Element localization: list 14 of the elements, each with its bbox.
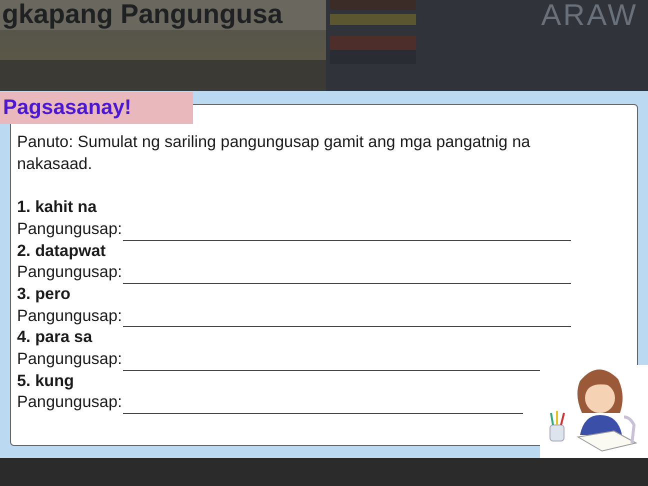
instructions-text: Panuto: Sumulat ng sariling pangungusap gamit ang mga pangatnig na nakasaad. — [17, 132, 532, 175]
answer-label: Pangungusap: — [17, 262, 122, 284]
exercise-title: Pagsasanay! — [0, 92, 193, 124]
item-heading: 3. pero — [17, 284, 72, 305]
answer-label: Pangungusap: — [17, 349, 122, 370]
slide-heading: ARAW — [541, 0, 639, 32]
item-heading: 5. kung — [17, 370, 75, 392]
answer-label: Pangungusap: — [17, 218, 122, 240]
item-heading: 4. para sa — [17, 327, 94, 348]
answer-label: Pangungusap: — [17, 306, 122, 327]
answer-label: Pangungusap: — [17, 392, 122, 414]
slide-title: gkapang Pangungusa — [1, 0, 284, 28]
item-heading: 1. kahit na — [17, 197, 98, 218]
item-heading: 2. datapwat — [17, 240, 107, 262]
